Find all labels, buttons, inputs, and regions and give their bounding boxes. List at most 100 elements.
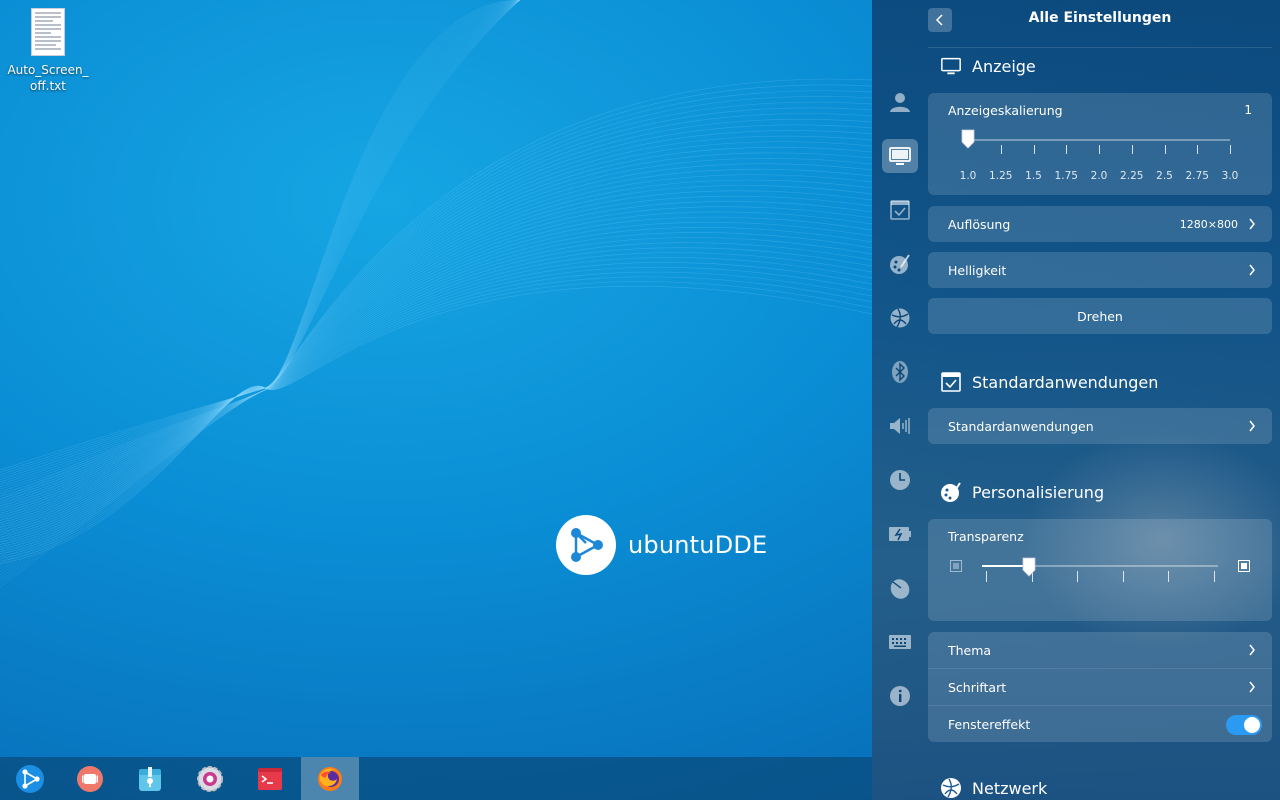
dock-firefox[interactable]	[301, 757, 359, 800]
scaling-tick	[1164, 145, 1166, 154]
dock-file-manager[interactable]	[120, 757, 180, 800]
scaling-tick-label: 2.5	[1156, 170, 1173, 182]
brightness-row[interactable]: Helligkeit	[928, 252, 1272, 288]
scaling-slider-handle[interactable]	[961, 129, 975, 149]
network-icon	[940, 777, 962, 799]
section-network-title: Netzwerk	[972, 778, 1048, 798]
ubuntudde-logo-icon	[556, 515, 616, 575]
launcher-icon	[16, 764, 44, 793]
scaling-tick	[1000, 145, 1002, 154]
section-default-apps-header: Standardanwendungen	[940, 364, 1272, 400]
scaling-value: 1	[1244, 103, 1252, 117]
dock-launcher[interactable]	[0, 757, 60, 800]
side-nav	[882, 85, 918, 733]
scaling-tick-label: 1.0	[959, 170, 977, 182]
window-effect-toggle[interactable]	[1226, 715, 1262, 735]
resolution-row[interactable]: Auflösung 1280×800	[928, 206, 1272, 242]
window-effect-label: Fenstereffekt	[948, 716, 1031, 732]
scaling-tick	[1066, 145, 1068, 154]
control-center-panel: Alle Einstellungen Anzeige Anzeigeskalie…	[872, 0, 1280, 800]
power-icon	[889, 527, 911, 541]
nav-default-apps[interactable]	[882, 193, 918, 227]
desktop-file-name: Auto_Screen_off.txt	[7, 63, 89, 93]
control-center-icon	[197, 765, 223, 792]
nav-keyboard[interactable]	[882, 625, 918, 659]
chevron-right-icon	[1249, 420, 1255, 432]
section-network-header: Netzwerk	[940, 770, 1272, 800]
font-row[interactable]: Schriftart	[928, 669, 1272, 705]
resolution-label: Auflösung	[948, 216, 1011, 232]
section-personalization-title: Personalisierung	[972, 482, 1105, 502]
nav-display[interactable]	[882, 139, 918, 173]
settings-content: Anzeige Anzeigeskalierung 1 1.0 1.25 1.5 1.…	[928, 48, 1272, 800]
transparency-low-icon	[950, 560, 962, 572]
nav-datetime[interactable]	[882, 463, 918, 497]
firefox-icon	[318, 766, 342, 791]
nav-info[interactable]	[882, 679, 918, 713]
bluetooth-icon	[892, 361, 908, 383]
transparency-tick	[1077, 571, 1079, 582]
transparency-tick	[1122, 571, 1124, 582]
file-manager-icon	[139, 766, 161, 791]
transparency-card: Transparenz	[928, 519, 1272, 621]
scaling-tick	[1197, 145, 1199, 154]
dock	[0, 757, 872, 800]
transparency-slider-handle[interactable]	[1022, 557, 1036, 577]
scaling-tick	[1099, 145, 1100, 154]
brightness-label: Helligkeit	[948, 262, 1007, 278]
nav-power[interactable]	[882, 517, 918, 551]
chevron-right-icon	[1249, 264, 1255, 276]
section-personalization-header: Personalisierung	[940, 474, 1272, 510]
datetime-icon	[890, 470, 910, 490]
nav-sound[interactable]	[882, 409, 918, 443]
scaling-tick-label: 2.0	[1090, 170, 1108, 182]
nav-network[interactable]	[882, 301, 918, 335]
scaling-card: Anzeigeskalierung 1 1.0 1.25 1.5 1.75 2.0 2.2…	[928, 93, 1272, 195]
ubuntudde-logo: ubuntuDDE	[556, 515, 767, 575]
text-file-icon	[31, 8, 65, 56]
back-button[interactable]	[928, 8, 952, 32]
nav-accounts[interactable]	[882, 85, 918, 119]
nav-personalization[interactable]	[882, 247, 918, 281]
scaling-tick-label: 1.5	[1025, 170, 1042, 182]
section-display-header: Anzeige	[940, 48, 1272, 84]
ubuntudde-logo-text: ubuntuDDE	[628, 531, 768, 559]
wallpaper-waves	[0, 0, 872, 588]
scaling-label: Anzeigeskalierung	[948, 103, 1063, 118]
nav-bluetooth[interactable]	[882, 355, 918, 389]
transparency-tick	[1168, 571, 1170, 582]
keyboard-icon	[889, 635, 911, 649]
multitasking-icon	[77, 765, 103, 792]
scaling-tick	[1131, 145, 1133, 154]
chevron-right-icon	[1249, 681, 1255, 693]
default-apps-label: Standardanwendungen	[948, 418, 1094, 434]
desktop-file-auto-screen-off[interactable]: Auto_Screen_off.txt	[6, 6, 90, 94]
resolution-value: 1280×800	[1179, 217, 1238, 231]
default-apps-icon	[890, 200, 910, 220]
network-icon	[890, 308, 910, 328]
transparency-tick	[1214, 571, 1215, 582]
section-default-apps-title: Standardanwendungen	[972, 372, 1159, 392]
transparency-label: Transparenz	[948, 529, 1024, 544]
transparency-high-icon	[1238, 560, 1250, 572]
window-effect-row: Fenstereffekt	[928, 706, 1272, 742]
scaling-tick-label: 3.0	[1221, 170, 1239, 182]
rotate-button[interactable]: Drehen	[928, 298, 1272, 334]
scaling-tick	[1033, 145, 1035, 154]
sound-icon	[890, 418, 910, 434]
default-apps-row[interactable]: Standardanwendungen	[928, 408, 1272, 444]
default-apps-icon	[940, 371, 962, 393]
page-title: Alle Einstellungen	[1028, 10, 1172, 26]
dock-control-center[interactable]	[180, 757, 240, 800]
theme-row[interactable]: Thema	[928, 632, 1272, 668]
scaling-tick	[1230, 145, 1231, 154]
nav-mouse[interactable]	[882, 571, 918, 605]
scaling-tick-label: 1.25	[989, 170, 1013, 182]
personalization-icon	[890, 254, 910, 274]
chevron-right-icon	[1249, 644, 1255, 656]
section-display-title: Anzeige	[972, 56, 1036, 76]
dock-terminal[interactable]	[240, 757, 300, 800]
control-center-header: Alle Einstellungen	[928, 0, 1272, 48]
dock-multitasking[interactable]	[60, 757, 120, 800]
info-icon	[890, 686, 910, 706]
